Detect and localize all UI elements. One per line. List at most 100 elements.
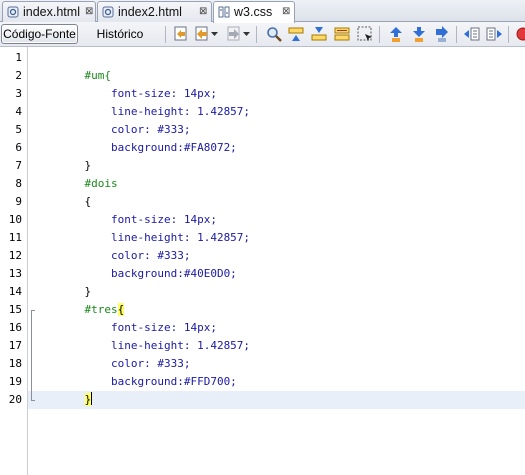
code-line[interactable]: 9 { [15,193,525,211]
last-edit-icon[interactable] [172,25,190,43]
code-text: color: #333; [58,247,190,265]
line-number: 7 [15,159,22,172]
code-line[interactable]: 3 font-size: 14px; [15,85,525,103]
close-icon[interactable]: ⊠ [199,5,207,19]
code-text: background:#FFD700; [58,373,237,391]
start-macro-icon[interactable] [514,25,525,43]
code-line[interactable]: 6 background:#FA8072; [15,139,525,157]
fold-marker-end [31,400,35,401]
code-token: color: #333; [58,249,191,262]
code-line[interactable]: 15 #tres{ [9,301,525,319]
code-token: } [84,393,92,406]
find-icon[interactable] [265,25,283,43]
toolbar-separator [379,26,380,43]
next-bookmark-icon[interactable] [410,25,428,43]
forward-icon[interactable] [225,25,243,43]
code-text: line-height: 1.42857; [58,229,250,247]
line-number: 11 [8,231,22,244]
fold-marker[interactable] [31,310,32,400]
code-text: line-height: 1.42857; [58,103,250,121]
line-number: 3 [15,87,22,100]
line-number: 9 [15,195,22,208]
code-token: background:#FA8072; [58,141,237,154]
toggle-rectangular-selection-icon[interactable] [356,25,374,43]
code-token: background:#40E0D0; [58,267,237,280]
code-line[interactable]: 11 line-height: 1.42857; [9,229,525,247]
code-text: background:#40E0D0; [58,265,237,283]
line-number: 14 [8,285,22,298]
code-token: background:#FFD700; [58,375,237,388]
code-line[interactable]: 2 #um{ [15,67,525,85]
code-area[interactable]: 12 #um{3 font-size: 14px; 4 line-height: … [9,47,525,475]
code-text: #um{ [58,67,111,85]
html-file-icon [102,6,114,18]
code-line[interactable]: 20 } [9,391,525,409]
code-line[interactable]: 1 [15,49,525,67]
shift-left-icon[interactable] [463,25,481,43]
line-number: 20 [8,393,22,406]
toggle-bookmark-icon[interactable] [433,25,451,43]
code-line[interactable]: 10 font-size: 14px; [9,211,525,229]
find-next-icon[interactable] [310,25,328,43]
code-text: line-height: 1.42857; [58,337,250,355]
line-number: 15 [8,303,22,316]
code-line[interactable]: 13 background:#40E0D0; [9,265,525,283]
close-icon[interactable]: ⊠ [85,5,93,19]
line-number: 8 [15,177,22,190]
html-file-icon [7,6,19,18]
previous-bookmark-icon[interactable] [387,25,405,43]
code-token: } [58,159,92,172]
tab-bar: index.html ⊠ index2.html ⊠ w3.css ⊠ [0,0,525,23]
editor-toolbar: Código-Fonte Histórico [0,22,525,47]
code-line[interactable]: 18 color: #333; [9,355,525,373]
code-line[interactable]: 12 color: #333; [9,247,525,265]
find-selection-icon[interactable] [333,25,351,43]
tab-label: w3.css [234,5,273,19]
find-previous-icon[interactable] [287,25,305,43]
code-text: font-size: 14px; [58,85,217,103]
code-text: } [58,391,93,409]
tab-label: index2.html [118,5,182,19]
code-editor[interactable]: 12 #um{3 font-size: 14px; 4 line-height: … [0,47,525,475]
shift-right-icon[interactable] [485,25,503,43]
toolbar-separator [165,26,166,43]
chevron-down-icon[interactable] [211,30,218,37]
code-line[interactable]: 17 line-height: 1.42857; [9,337,525,355]
code-line[interactable]: 7 } [15,157,525,175]
editor-window: index.html ⊠ index2.html ⊠ w3.css ⊠ Códi… [0,0,525,475]
tab-index-html[interactable]: index.html ⊠ [2,1,96,22]
code-line[interactable]: 5 color: #333; [15,121,525,139]
code-token: { [58,195,92,208]
code-text: background:#FA8072; [58,139,237,157]
code-line[interactable]: 4 line-height: 1.42857; [15,103,525,121]
code-text: #tres{ [58,301,125,319]
line-number: 13 [8,267,22,280]
line-number: 4 [15,105,22,118]
back-icon[interactable] [193,25,211,43]
toolbar-separator [256,26,257,43]
code-text: color: #333; [58,121,190,139]
tab-w3-css[interactable]: w3.css ⊠ [213,1,295,23]
code-line[interactable]: 19 background:#FFD700; [9,373,525,391]
code-text: font-size: 14px; [58,319,217,337]
line-number: 18 [8,357,22,370]
history-view-button[interactable]: Histórico [86,24,154,44]
code-text: { [58,193,91,211]
toolbar-separator [508,26,509,43]
code-token: line-height: 1.42857; [58,231,251,244]
code-line[interactable]: 16 font-size: 14px; [9,319,525,337]
tab-label: index.html [23,5,80,19]
code-text: font-size: 14px; [58,211,217,229]
chevron-down-icon[interactable] [243,30,250,37]
tab-index2-html[interactable]: index2.html ⊠ [97,1,212,22]
line-number: 5 [15,123,22,136]
code-line[interactable]: 14 } [9,283,525,301]
code-token: #um{ [58,69,111,82]
code-token: color: #333; [58,357,191,370]
code-line[interactable]: 8 #dois [15,175,525,193]
text-caret [91,392,93,405]
source-view-button[interactable]: Código-Fonte [1,24,78,44]
code-token: font-size: 14px; [58,213,217,226]
line-number: 19 [8,375,22,388]
close-icon[interactable]: ⊠ [282,5,290,19]
